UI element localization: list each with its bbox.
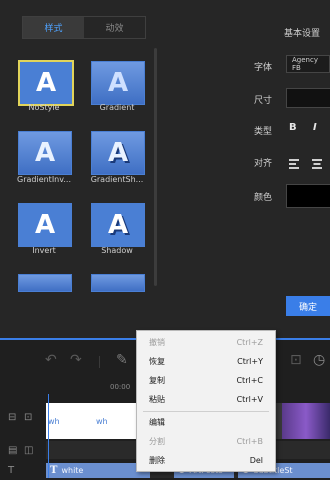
menu-item-label: 粘贴 [149,395,165,404]
video-clip[interactable]: wh [46,403,94,439]
panel-tabs: 样式 动效 [22,16,146,39]
size-label: 尺寸 [254,96,273,106]
menu-item-label: 分割 [149,437,165,446]
type-label: 类型 [254,127,273,137]
redo-icon[interactable]: ↷ [70,352,82,368]
menu-item-label: 撤销 [149,338,165,347]
menu-item-label: 编辑 [149,418,165,427]
text-clip[interactable]: Twhite [46,463,150,478]
text-clip-label: white [61,466,84,475]
menu-item-shortcut: Ctrl+Y [237,357,263,366]
preset-invert[interactable]: A [18,203,72,247]
preset-nostyle[interactable]: A [18,60,74,106]
preset-glyph: A [107,138,129,168]
toolbar-divider [99,356,100,368]
size-input[interactable] [286,88,330,108]
clip-label: wh [96,416,108,426]
preset-label: GradientSh... [90,175,144,184]
align-left-icon[interactable] [289,154,301,173]
menu-item-shortcut: Ctrl+Z [236,338,263,347]
menu-item-shortcut: Ctrl+B [236,437,263,446]
tab-style[interactable]: 样式 [23,17,84,38]
bold-button[interactable]: B [289,122,297,133]
menu-item-shortcut: Ctrl+V [236,395,263,404]
settings-title: 基本设置 [284,29,321,39]
font-label: 字体 [254,63,273,73]
preset-glyph: A [34,138,56,168]
preset-gradient[interactable]: A [91,61,145,105]
preset-shadow[interactable]: A [91,203,145,247]
undo-icon[interactable]: ↶ [45,352,57,368]
preset-glyph: A [107,68,129,98]
align-label: 对齐 [254,159,273,169]
edit-pen-icon[interactable]: ✎ [116,352,128,368]
preset-glyph: A [35,68,57,98]
preset-label: Invert [32,246,56,255]
preset-glyph: A [34,210,56,240]
text-track-icon: T [8,465,15,476]
menu-item-paste[interactable]: 粘贴 Ctrl+V [137,390,275,409]
presets-scrollbar[interactable] [154,48,157,286]
text-clip-icon: T [50,465,58,476]
menu-item-copy[interactable]: 复制 Ctrl+C [137,371,275,390]
context-menu: 撤销 Ctrl+Z 恢复 Ctrl+Y 复制 Ctrl+C 粘贴 Ctrl+V … [136,330,276,472]
clip-label: wh [48,416,60,426]
preset-more[interactable] [18,274,72,292]
preset-gradient-shadow[interactable]: A [91,131,145,175]
ruler-time: 00:00 [110,383,131,391]
video-clip[interactable]: wh [94,403,136,439]
italic-button[interactable]: I [313,122,317,133]
menu-item-edit[interactable]: 编辑 [137,413,275,432]
preset-glyph: A [107,210,129,240]
track-lock-icon[interactable]: ⊡ [24,412,32,423]
font-select[interactable]: Agency FB [286,55,330,73]
snapshot-icon[interactable]: ⊡ [290,352,302,368]
preset-label: GradientInv... [17,175,71,184]
menu-separator [143,411,269,412]
audio-track-icon: ▤ [8,445,18,456]
audio-lock-icon[interactable]: ◫ [24,445,33,456]
color-swatch[interactable] [286,184,330,208]
tab-effect[interactable]: 动效 [84,17,145,38]
video-clip-image[interactable] [282,403,330,439]
preset-label: Gradient [99,103,135,112]
color-label: 颜色 [254,193,273,203]
playhead[interactable] [48,394,49,478]
preset-label: NoStyle [28,103,60,112]
preset-gradient-inverse[interactable]: A [18,131,72,175]
menu-item-split[interactable]: 分割 Ctrl+B [137,432,275,451]
menu-item-redo[interactable]: 恢复 Ctrl+Y [137,352,275,371]
clock-icon[interactable]: ◷ [313,352,325,368]
preset-label: Shadow [101,246,133,255]
preset-more[interactable] [91,274,145,292]
menu-item-undo[interactable]: 撤销 Ctrl+Z [137,333,275,352]
menu-item-shortcut: Del [249,456,263,465]
menu-item-label: 复制 [149,376,165,385]
video-track-icon: ⊟ [8,412,17,423]
ok-button[interactable]: 确定 [286,296,330,316]
menu-item-delete[interactable]: 删除 Del [137,451,275,470]
menu-item-label: 恢复 [149,357,165,366]
menu-item-shortcut: Ctrl+C [236,376,263,385]
align-center-icon[interactable] [312,154,324,173]
menu-item-label: 删除 [149,456,165,465]
